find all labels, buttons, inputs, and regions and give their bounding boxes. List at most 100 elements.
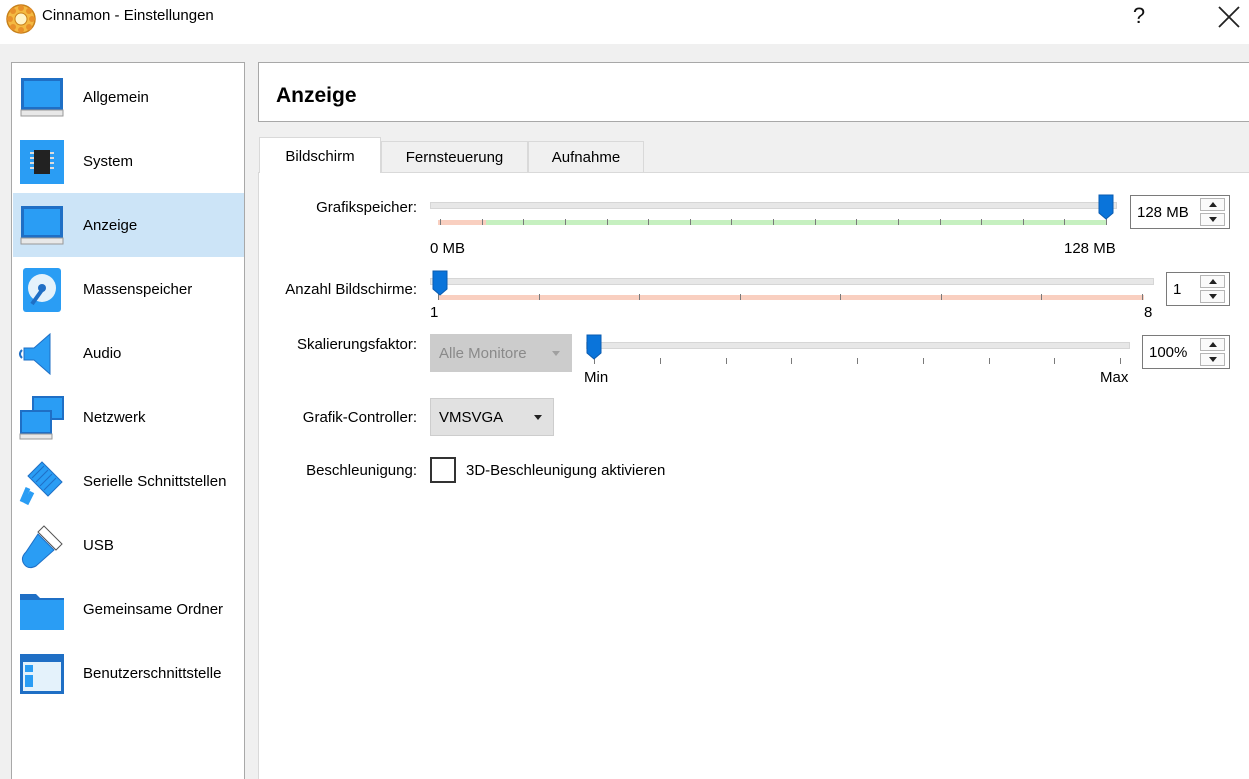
video-memory-slider-tick: [440, 219, 441, 225]
scale-factor-increment-button[interactable]: [1200, 338, 1225, 351]
video-memory-slider-track[interactable]: [430, 202, 1117, 209]
monitor-count-slider-track[interactable]: [430, 278, 1154, 285]
video-memory-value: 128 MB: [1137, 204, 1189, 221]
video-memory-increment-button[interactable]: [1200, 198, 1225, 211]
tab-aufnahme[interactable]: Aufnahme: [528, 141, 644, 172]
video-memory-green-zone: [486, 220, 1106, 225]
sidebar-item-label: Massenspeicher: [83, 281, 193, 298]
sidebar-item-label: USB: [83, 537, 114, 554]
monitor-count-slider-tick: [739, 294, 741, 300]
chevron-down-icon: [552, 351, 560, 356]
page-header: Anzeige: [258, 62, 1249, 122]
sidebar-item-label: Gemeinsame Ordner: [83, 601, 224, 618]
3d-acceleration-checkbox-label[interactable]: 3D-Beschleunigung aktivieren: [466, 462, 665, 479]
3d-acceleration-checkbox[interactable]: [430, 457, 456, 483]
video-memory-slider-tick: [981, 219, 983, 225]
monitor-count-spinbox[interactable]: 1: [1166, 272, 1230, 306]
video-memory-spinbox[interactable]: 128 MB: [1130, 195, 1230, 229]
video-memory-slider-tick: [1022, 219, 1024, 225]
tab-bildschirm[interactable]: Bildschirm: [259, 137, 381, 173]
sidebar-item-label: Benutzerschnittstelle: [83, 665, 222, 682]
help-button[interactable]: ?: [1124, 2, 1154, 32]
user-interface-icon: [20, 654, 64, 694]
video-memory-slider-tick: [856, 219, 858, 225]
video-memory-slider-thumb[interactable]: [1098, 194, 1114, 220]
sidebar-item-serielle-schnittstellen[interactable]: Serielle Schnittstellen: [13, 449, 244, 513]
scale-factor-slider-tick: [857, 358, 858, 364]
sidebar-item-allgemein[interactable]: Allgemein: [13, 65, 244, 129]
shared-folder-icon: [20, 594, 64, 630]
serial-port-icon: [19, 461, 63, 506]
monitor-select-value: Alle Monitore: [439, 345, 527, 362]
chevron-down-icon: [534, 415, 542, 420]
sidebar-item-usb[interactable]: USB: [13, 513, 244, 577]
usb-icon: [21, 525, 63, 569]
chip-icon: [20, 140, 64, 184]
sidebar-item-system[interactable]: System: [13, 129, 244, 193]
scale-factor-slider-tick: [791, 358, 793, 364]
video-memory-decrement-button[interactable]: [1200, 213, 1225, 226]
video-memory-slider-tick: [731, 219, 733, 225]
tab-fernsteuerung[interactable]: Fernsteuerung: [381, 141, 528, 172]
monitor-count-slider-thumb[interactable]: [432, 270, 448, 296]
video-memory-slider-tick: [481, 219, 483, 225]
video-memory-slider-tick: [564, 219, 566, 225]
sidebar-item-benutzerschnittstelle[interactable]: Benutzerschnittstelle: [13, 641, 244, 705]
monitor-select-dropdown[interactable]: Alle Monitore: [430, 334, 572, 372]
monitor-count-slider-tick: [639, 294, 641, 300]
network-icon: [19, 396, 64, 440]
scale-factor-decrement-button[interactable]: [1200, 353, 1225, 366]
close-icon[interactable]: [1213, 2, 1245, 32]
monitor-count-max-label: 8: [1144, 304, 1153, 321]
scale-factor-slider-tick: [1120, 358, 1121, 364]
graphics-controller-value: VMSVGA: [439, 409, 504, 426]
monitor-count-slider-tick: [1041, 294, 1043, 300]
graphics-controller-dropdown[interactable]: VMSVGA: [430, 398, 554, 436]
video-memory-slider-tick: [1064, 219, 1066, 225]
sidebar-item-label: Audio: [83, 345, 122, 362]
scale-factor-max-label: Max: [1100, 369, 1129, 386]
monitor-count-slider-tick: [840, 294, 842, 300]
video-memory-label: Grafikspeicher:: [316, 199, 417, 216]
sidebar-item-label: Serielle Schnittstellen: [83, 473, 227, 490]
scale-factor-slider-tick: [659, 358, 661, 364]
scale-factor-slider-track[interactable]: [586, 342, 1130, 349]
monitor-count-slider-tick: [1142, 294, 1143, 300]
video-memory-slider-tick: [523, 219, 525, 225]
scale-factor-slider-thumb[interactable]: [586, 334, 602, 360]
sidebar-item-label: Netzwerk: [83, 409, 146, 426]
sidebar-item-massenspeicher[interactable]: Massenspeicher: [13, 257, 244, 321]
video-memory-slider-tick: [939, 219, 941, 225]
video-memory-slider-tick: [897, 219, 899, 225]
video-memory-red-zone: [438, 220, 486, 225]
sidebar-item-gemeinsame-ordner[interactable]: Gemeinsame Ordner: [13, 577, 244, 641]
scale-factor-value: 100%: [1149, 344, 1188, 361]
video-memory-max-label: 128 MB: [1064, 240, 1116, 257]
monitor-count-increment-button[interactable]: [1200, 275, 1225, 288]
scale-factor-label: Skalierungsfaktor:: [296, 336, 417, 353]
sidebar-item-label: Allgemein: [83, 89, 149, 106]
video-memory-slider-tick: [648, 219, 650, 225]
scale-factor-spinbox[interactable]: 100%: [1142, 335, 1230, 369]
monitor-count-label: Anzahl Bildschirme:: [285, 281, 417, 298]
monitor-count-decrement-button[interactable]: [1200, 290, 1225, 303]
scale-factor-slider-tick: [922, 358, 924, 364]
monitor-count-value: 1: [1173, 281, 1182, 298]
video-memory-slider-tick: [689, 219, 691, 225]
monitor-count-slider-tick: [538, 294, 540, 300]
video-memory-slider-tick: [814, 219, 816, 225]
sidebar-item-audio[interactable]: Audio: [13, 321, 244, 385]
display-icon: [20, 206, 64, 245]
scale-factor-min-label: Min: [584, 369, 609, 386]
virtualbox-app-icon: [6, 4, 36, 34]
window-title: Cinnamon - Einstellungen: [42, 7, 214, 24]
acceleration-label: Beschleunigung:: [306, 462, 417, 479]
sidebar-item-netzwerk[interactable]: Netzwerk: [13, 385, 244, 449]
speaker-icon: [19, 332, 51, 376]
scale-factor-slider-tick: [1054, 358, 1056, 364]
sidebar-item-label: System: [83, 153, 134, 170]
sidebar-item-anzeige[interactable]: Anzeige: [13, 193, 244, 257]
video-memory-min-label: 0 MB: [430, 240, 466, 257]
title-bar: Cinnamon - Einstellungen ?: [0, 0, 1249, 44]
graphics-controller-label: Grafik-Controller:: [302, 409, 417, 426]
